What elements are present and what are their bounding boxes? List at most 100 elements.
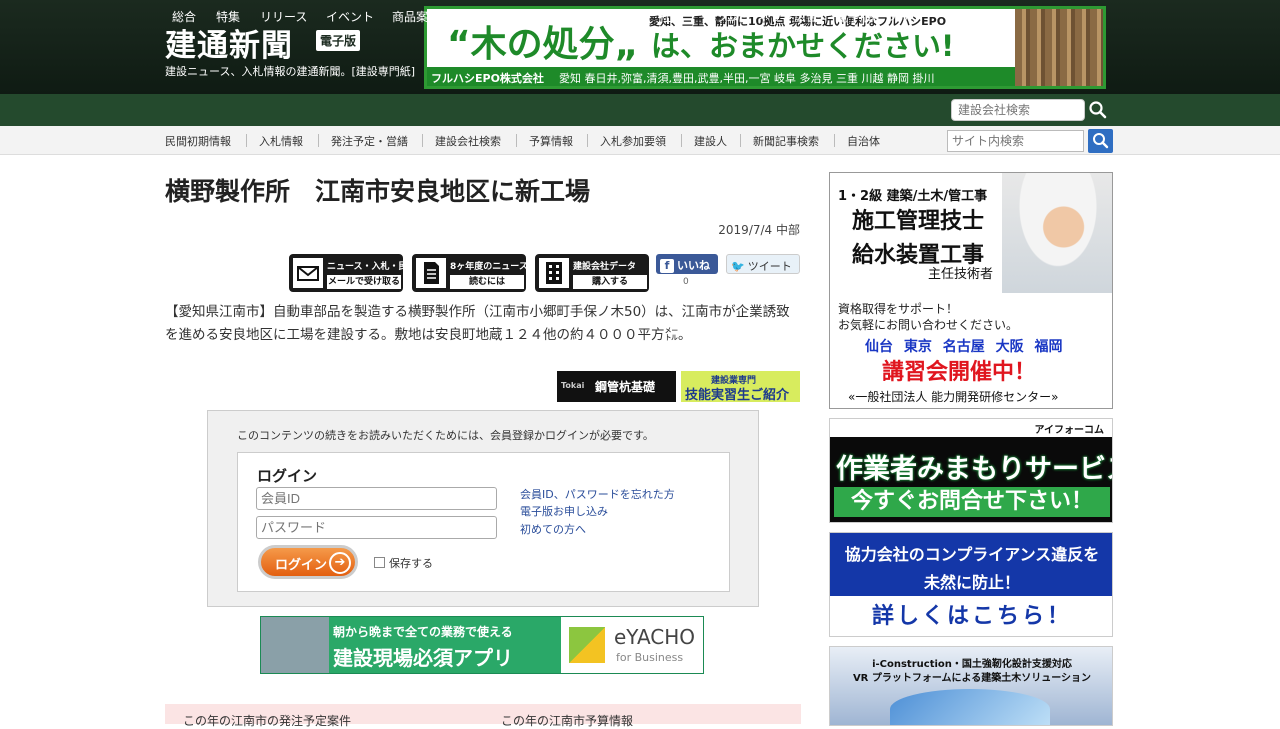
facebook-like-button[interactable]: f いいね (656, 254, 718, 274)
worker-photo (261, 617, 329, 673)
subnav-item-budget[interactable]: 予算情報 (529, 133, 573, 149)
banner-headline-2: は、おまかせください! (651, 29, 955, 63)
sidebar-ad-vr-platform[interactable]: i-Construction・国土強靭化設計支援対応 VR プラットフォームによ… (829, 646, 1113, 726)
ad-compliance-line1: 協力会社のコンプライアンス違反を (844, 545, 1100, 564)
ad-training-org: «一般社団法人 能力開発研修センター» (848, 390, 1059, 404)
mail-button-line2: メールで受け取る (327, 275, 401, 289)
nav-item-net-ads[interactable]: ネット広告 (758, 8, 818, 25)
remember-login-checkbox[interactable]: 保存する (374, 555, 433, 571)
site-search-button[interactable] (1088, 129, 1113, 153)
site-logo[interactable]: 建通新聞 (165, 20, 293, 65)
nav-item-general[interactable]: 総合 (172, 8, 196, 25)
like-count: 0 (683, 277, 689, 287)
ad-training-line2: 施工管理技士 (852, 209, 985, 234)
login-button-label: ログイン (275, 558, 328, 573)
company-data-button-line1: 建設会社データ (573, 262, 637, 272)
search-icon (1093, 133, 1109, 149)
site-search-input[interactable] (947, 130, 1084, 152)
mail-subscribe-button[interactable]: ニュース・入札・民間 メールで受け取る (289, 254, 417, 292)
login-title: ログイン (257, 467, 318, 485)
digital-subscription-link[interactable]: 電子版お申し込み (520, 503, 608, 519)
steel-ad-text: 鋼管杭基礎 (595, 380, 656, 394)
tweet-label: ツイート (747, 260, 792, 273)
nav-item-data-sales[interactable]: 経審データ販売 (459, 8, 543, 25)
sidebar-ad-worker-watch[interactable]: アイフォーコム 作業者みまもりサービス 今すぐお問合せ下さい！ (829, 418, 1113, 523)
remember-label: 保存する (389, 557, 433, 570)
search-icon[interactable] (1088, 100, 1108, 120)
subnav-divider (516, 134, 517, 147)
ad-training-line1: 1・2級 建築/土木/管工事 (838, 189, 988, 204)
trainee-ad-main: 技能実習生ご紹介 (685, 388, 790, 403)
nav-item-products[interactable]: 商品案内 (392, 8, 440, 25)
subnav-item-private-early[interactable]: 民間初期情報 (165, 133, 231, 149)
company-data-button[interactable]: 建設会社データ 購入する (535, 254, 649, 292)
password-input[interactable] (256, 516, 497, 539)
eyacho-brand-sub: for Business (616, 651, 684, 664)
ad-worker-headline: 作業者みまもりサービス (836, 454, 1113, 485)
nav-item-column[interactable]: コラム (703, 8, 739, 25)
checkbox-icon (374, 557, 385, 568)
subnav-divider (246, 134, 247, 147)
nav-item-affiliate[interactable]: アフィリエイト (559, 8, 643, 25)
subnav-item-participation[interactable]: 入札参加要領 (600, 133, 666, 149)
ad-vr-line1: i-Construction・国土強靭化設計支援対応 (872, 659, 1072, 670)
subnav-item-article-search[interactable]: 新聞記事検索 (753, 133, 819, 149)
subnav-item-order-plans[interactable]: 発注予定・営繕 (331, 133, 408, 149)
article-body: 【愛知県江南市】自動車部品を製造する横野製作所（江南市小郷町手保ノ木50）は、江… (165, 304, 790, 343)
subnav-item-company-search[interactable]: 建設会社検索 (435, 133, 501, 149)
related-link-budget[interactable]: この年の江南市予算情報 (501, 712, 633, 729)
subnav-divider (740, 134, 741, 147)
steel-pile-ad[interactable]: Tokai 鋼管杭基礎 (557, 371, 676, 402)
banner-areas: 愛知 春日井,弥富,清須,豊田,武豊,半田,一宮 岐阜 多治見 三重 川越 静岡… (559, 72, 935, 85)
nav-item-editorial[interactable]: 社説 (659, 8, 683, 25)
company-data-button-line2: 購入する (573, 275, 647, 289)
trainee-ad[interactable]: 建設業専門 技能実習生ご紹介 (681, 371, 800, 403)
member-id-input[interactable] (256, 487, 497, 510)
sidebar-ad-compliance[interactable]: 協力会社のコンプライアンス違反を 未然に防止！ 詳しくはこちら！ (829, 532, 1113, 637)
subnav-divider (834, 134, 835, 147)
ad-compliance-line2: 未然に防止！ (923, 573, 1020, 592)
related-link-orders[interactable]: この年の江南市の発注予定案件 (183, 712, 351, 729)
nav-item-events[interactable]: イベント (326, 8, 374, 25)
eyacho-logo-icon (569, 627, 605, 663)
eyacho-banner-ad[interactable]: 朝から晩まで全ての業務で使える 建設現場必須アプリ eYACHO for Bus… (260, 616, 704, 674)
ad-training-support-1: 資格取得をサポート！ (838, 302, 959, 316)
article-title: 横野製作所 江南市安良地区に新工場 (165, 177, 591, 206)
login-required-message: このコンテンツの続きをお読みいただくためには、会員登録かログインが必要です。 (237, 429, 654, 442)
subnav-divider (681, 134, 682, 147)
logo-badge: 電子版 (316, 30, 361, 51)
archive-read-button[interactable]: 8ヶ年度のニュース 読むには (412, 254, 528, 292)
subnav-item-bids[interactable]: 入札情報 (259, 133, 303, 149)
nav-item-features[interactable]: 特集 (216, 8, 240, 25)
subnav-divider (318, 134, 319, 147)
subnav-item-people[interactable]: 建設人 (694, 133, 727, 149)
tweet-button[interactable]: 🐦 ツイート (726, 254, 800, 274)
ad-worker-brand: アイフォーコム (1034, 425, 1105, 436)
company-search-input[interactable] (951, 99, 1085, 121)
forgot-credentials-link[interactable]: 会員ID、パスワードを忘れた方 (520, 486, 675, 502)
ad-compliance-cta: 詳しくはこちら！ (830, 596, 1112, 636)
banner-wood-photo (1015, 9, 1103, 86)
archive-button-line2: 読むには (450, 275, 524, 289)
login-button[interactable]: ログイン ➔ (258, 545, 358, 579)
nav-item-releases[interactable]: リリース (260, 8, 307, 25)
mail-button-line1: ニュース・入札・民間 (327, 262, 417, 272)
mail-icon (293, 258, 323, 288)
ad-training-line4: 主任技術者 (928, 267, 994, 282)
nav-item-about-digital[interactable]: 電子版について (836, 8, 920, 25)
first-time-link[interactable]: 初めての方へ (520, 521, 586, 537)
subnav-item-municipalities[interactable]: 自治体 (847, 133, 880, 149)
steel-ad-prefix: Tokai (561, 381, 585, 390)
eyacho-tagline: 朝から晩まで全ての業務で使える (333, 625, 513, 639)
facebook-icon: f (660, 259, 674, 273)
document-icon (416, 258, 446, 288)
sidebar-ad-training[interactable]: 1・2級 建築/土木/管工事 施工管理技士 給水装置工事 主任技術者 資格取得を… (829, 172, 1113, 409)
banner-company: フルハシEPO株式会社 (431, 72, 544, 85)
site-tagline: 建設ニュース、入札情報の建通新聞。[建設専門紙] (165, 65, 416, 78)
article-date: 2019/7/4 中部 (718, 223, 800, 237)
archive-button-line1: 8ヶ年度のニュース (450, 262, 528, 272)
twitter-icon: 🐦 (731, 260, 745, 273)
subnav-divider (422, 134, 423, 147)
ad-worker-cta: 今すぐお問合せ下さい！ (834, 487, 1110, 517)
ad-vr-line2: VR プラットフォームによる建築土木ソリューション (852, 673, 1092, 684)
